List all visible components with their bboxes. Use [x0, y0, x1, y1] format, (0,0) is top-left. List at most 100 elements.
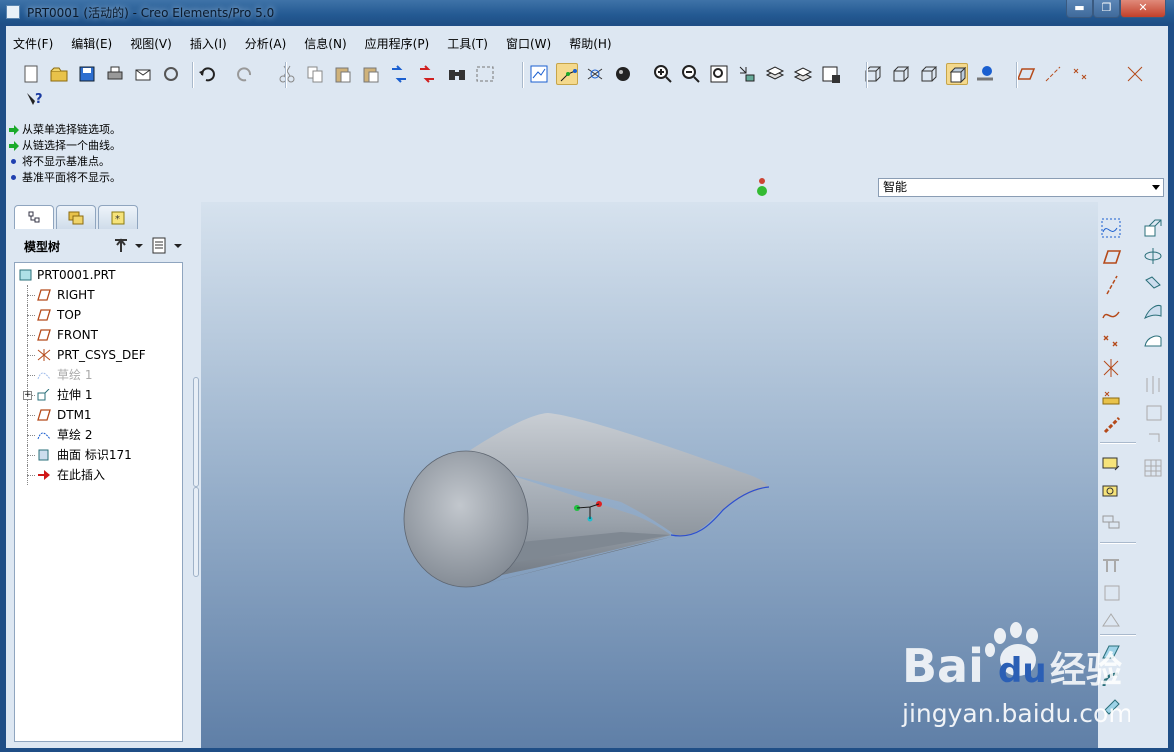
tab-folder-browser[interactable] [56, 205, 96, 229]
menu-item[interactable]: 信息(N) [299, 34, 346, 54]
menu-item[interactable]: 应用程序(P) [360, 34, 430, 54]
hole-button[interactable] [1101, 696, 1123, 718]
table-button[interactable] [1143, 458, 1165, 480]
menu-item[interactable]: 视图(V) [125, 34, 172, 54]
close-button[interactable]: ✕ [1120, 0, 1166, 18]
tree-node-label: PRT_CSYS_DEF [57, 348, 146, 362]
orient-button[interactable] [584, 63, 606, 85]
shade-icon [616, 67, 630, 81]
menu-item[interactable]: 分析(A) [240, 34, 287, 54]
csys-display-button[interactable] [1124, 63, 1146, 85]
datum-point-button[interactable] [1101, 330, 1123, 352]
save-button[interactable] [76, 63, 98, 85]
tree-node[interactable]: 草绘 1 [15, 365, 180, 385]
send-mail-button[interactable] [132, 63, 154, 85]
tree-node[interactable]: DTM1 [15, 405, 180, 425]
hidden-line-button[interactable] [890, 63, 912, 85]
new-button[interactable] [20, 63, 42, 85]
layers-button[interactable] [764, 63, 786, 85]
datum-csys-button[interactable] [1101, 358, 1123, 380]
pattern-button[interactable] [1143, 402, 1165, 424]
round-button[interactable] [1101, 554, 1123, 576]
print-button[interactable] [104, 63, 126, 85]
regenerate-button[interactable] [388, 63, 410, 85]
datum-plane-button[interactable] [1101, 246, 1123, 268]
insert-here-icon [38, 470, 50, 480]
datum-display-button[interactable] [528, 63, 550, 85]
title-bar[interactable]: PRT0001 (活动的) - Creo Elements/Pro 5.0 ▬ … [0, 0, 1174, 24]
tab-favorites[interactable]: * [98, 205, 138, 229]
enhanced-realism-button[interactable] [974, 63, 996, 85]
shading-button[interactable] [946, 63, 968, 85]
open-button[interactable] [48, 63, 70, 85]
zoom-out-button[interactable] [680, 63, 702, 85]
boundary-blend-button[interactable] [1143, 330, 1165, 352]
rib-button[interactable] [1101, 642, 1123, 664]
redo-button[interactable] [234, 63, 256, 85]
blend-tool-button[interactable] [1143, 302, 1165, 324]
tree-node[interactable]: PRT_CSYS_DEF [15, 345, 180, 365]
revolve-tool-button[interactable] [1143, 246, 1165, 268]
saved-views-button[interactable] [736, 63, 758, 85]
sweep-tool-button[interactable] [1143, 274, 1165, 296]
merge-button[interactable] [1143, 430, 1165, 452]
tree-node[interactable]: PRT0001.PRT [15, 265, 180, 285]
graphics-viewport[interactable] [201, 202, 1098, 748]
refit-button[interactable] [708, 63, 730, 85]
appearance-button[interactable] [820, 63, 842, 85]
paste-button[interactable] [332, 63, 354, 85]
paste-special-button[interactable] [360, 63, 382, 85]
menu-item[interactable]: 帮助(H) [564, 34, 611, 54]
undo-button[interactable] [196, 63, 218, 85]
tree-node[interactable]: 草绘 2 [15, 425, 180, 445]
send-mail-icon [135, 69, 151, 81]
cut-button[interactable] [276, 63, 298, 85]
tree-node[interactable]: + 拉伸 1 [15, 385, 180, 405]
no-hidden-button[interactable] [918, 63, 940, 85]
analysis-feature-button[interactable] [1101, 386, 1123, 408]
tree-filters-button[interactable] [150, 236, 184, 256]
datum-axis-display-button[interactable] [1042, 63, 1064, 85]
dimension-button[interactable] [1101, 510, 1123, 532]
tree-node[interactable]: FRONT [15, 325, 180, 345]
shell-button[interactable] [1101, 670, 1123, 692]
tree-settings-button[interactable] [112, 236, 144, 256]
maximize-button[interactable]: ❐ [1093, 0, 1120, 18]
tab-model-tree[interactable] [14, 205, 54, 229]
copy-button[interactable] [304, 63, 326, 85]
selection-filter-dropdown[interactable]: 智能 [878, 178, 1164, 197]
draft-button[interactable] [1101, 610, 1123, 632]
shade-button[interactable] [612, 63, 634, 85]
extrude-tool-button[interactable] [1143, 218, 1165, 240]
menu-item[interactable]: 插入(I) [185, 34, 227, 54]
menu-item[interactable]: 窗口(W) [501, 34, 551, 54]
view-note-button[interactable] [1101, 482, 1123, 504]
datum-point-display-button[interactable] [1070, 63, 1092, 85]
menu-item[interactable]: 文件(F) [8, 34, 53, 54]
tree-node[interactable]: 在此插入 [15, 465, 180, 485]
minimize-button[interactable]: ▬ [1066, 0, 1093, 18]
panel-splitter[interactable] [193, 202, 201, 748]
spin-center-button[interactable] [556, 63, 578, 85]
chamfer-button[interactable] [1101, 582, 1123, 604]
find-button[interactable] [446, 63, 468, 85]
tree-node[interactable]: RIGHT [15, 285, 180, 305]
chain-button[interactable] [1101, 414, 1123, 436]
view-manager-button[interactable] [792, 63, 814, 85]
regen-manager-button[interactable] [416, 63, 438, 85]
chain-icon [1103, 416, 1121, 434]
datum-axis-button[interactable] [1101, 274, 1123, 296]
context-help-button[interactable]: ? [24, 90, 46, 112]
menu-item[interactable]: 工具(T) [442, 34, 488, 54]
select-box-button[interactable] [474, 63, 496, 85]
sketched-datum-curve-button[interactable] [1101, 218, 1123, 240]
mirror-button[interactable] [1143, 374, 1165, 396]
expand-toggle-icon[interactable]: + [23, 391, 32, 400]
note-button[interactable] [1101, 454, 1123, 476]
datum-curve-button[interactable] [1101, 302, 1123, 324]
menu-item[interactable]: 编辑(E) [66, 34, 112, 54]
tree-node[interactable]: TOP [15, 305, 180, 325]
tree-node[interactable]: 曲面 标识171 [15, 445, 180, 465]
zoom-in-button[interactable] [652, 63, 674, 85]
send-link-button[interactable] [160, 63, 182, 85]
